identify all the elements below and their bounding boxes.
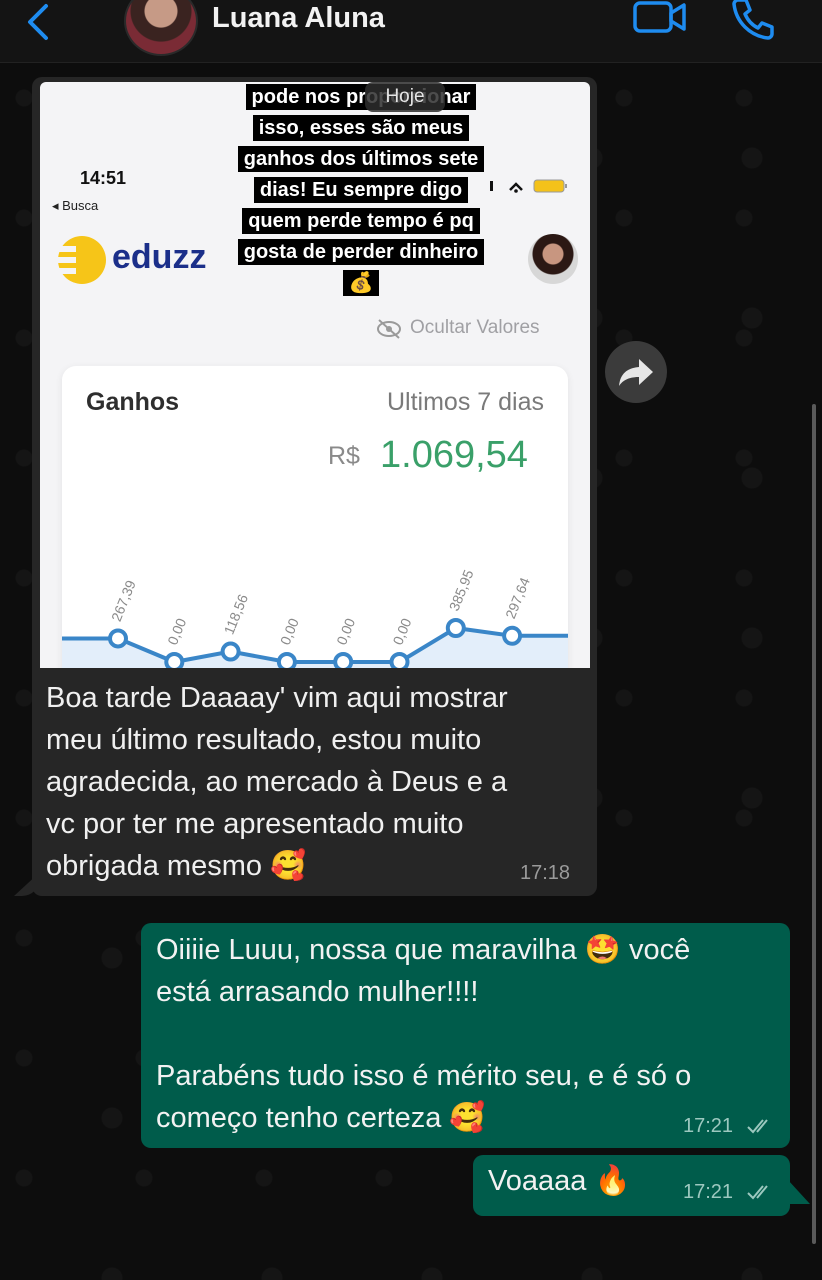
caption-line: isso, esses são meus [252,115,470,141]
outgoing-message-text[interactable]: Voaaaa 🔥 [488,1164,631,1198]
earnings-range: Ultimos 7 dias [387,388,544,416]
currency-symbol: R$ [328,442,360,470]
outgoing-timestamp: 17:21 [683,1115,734,1137]
caption-line: quem perde tempo é pq [242,208,480,234]
story-profile-avatar [528,234,578,284]
chat-header: Luana Aluna [0,0,822,63]
chart-data-label: 0,00 [277,616,302,647]
message-line: Oiiiie Luuu, nossa que maravilha 🤩 você [156,934,691,966]
outgoing-message-text[interactable]: Oiiiie Luuu, nossa que maravilha 🤩 você … [156,929,776,1139]
contact-avatar[interactable] [124,0,198,56]
chart-point [333,652,354,668]
chart-data-label: 297,64 [502,575,533,621]
contact-name[interactable]: Luana Aluna [212,2,385,35]
story-clock: 14:51 [80,168,127,188]
story-caption: pode nos proporcionar isso, esses são me… [216,82,506,299]
caption-line: gosta de perder dinheiro [237,239,485,265]
chart-data-label: 0,00 [389,616,414,647]
date-chip: Hoje [365,82,445,112]
eye-slash-icon [377,319,401,339]
chart-data-label: 385,95 [446,567,477,613]
story-screenshot-image[interactable]: 14:51 ◂ Busca eduzz Ocultar Valores Ganh… [40,82,590,668]
scrollbar[interactable] [812,404,816,1244]
story-back-label: ◂ Busca [52,198,99,213]
message-line: está arrasando mulher!!!! [156,976,479,1008]
caption-line: dias! Eu sempre digo [253,177,469,203]
incoming-message-text[interactable]: Boa tarde Daaaay' vim aqui mostrar meu ú… [46,677,586,887]
message-line: vc por ter me apresentado muito [46,808,464,840]
message-line: agradecida, ao mercado à Deus e a [46,766,508,798]
chart-data-label: 267,39 [108,578,139,624]
chart-point [164,652,185,668]
message-line: meu último resultado, estou muito [46,724,482,756]
video-call-icon[interactable] [632,0,688,36]
caption-emoji: 💰 [342,270,380,296]
eduzz-mark-icon [54,236,106,284]
read-receipt-icon [747,1119,768,1134]
chart-data-label: 0,00 [164,616,189,647]
chart-point [502,625,523,646]
chart-point [220,641,241,662]
chart-point [445,618,466,638]
chart-data-label: 0,00 [333,616,358,647]
eduzz-logo: eduzz [54,232,234,288]
chart-point [389,652,410,668]
incoming-timestamp: 17:18 [520,862,571,884]
message-line: obrigada mesmo 🥰 [46,850,307,882]
caption-line: ganhos dos últimos sete [237,146,485,172]
hide-values-label: Ocultar Valores [410,317,540,338]
forward-button[interactable] [605,341,667,403]
outgoing-timestamp: 17:21 [683,1181,734,1203]
forward-arrow-icon [619,359,653,386]
back-chevron-icon[interactable] [20,2,60,42]
earnings-title: Ganhos [86,388,180,416]
eduzz-brand-text: eduzz [112,238,207,276]
phone-call-icon[interactable] [730,0,776,40]
read-receipt-icon [747,1185,768,1200]
earnings-amount: 1.069,54 [380,434,528,476]
message-line: Parabéns tudo isso é mérito seu, e é só … [156,1060,692,1092]
message-line [156,1013,776,1055]
chart-point [108,628,128,649]
earnings-line-chart: 267,39 0,00 118,56 0,00 0,00 0,00 385,95 297,64 [62,567,568,668]
chart-data-label: 118,56 [221,592,252,637]
chart-point [276,652,297,668]
message-line: Boa tarde Daaaay' vim aqui mostrar [46,682,508,714]
